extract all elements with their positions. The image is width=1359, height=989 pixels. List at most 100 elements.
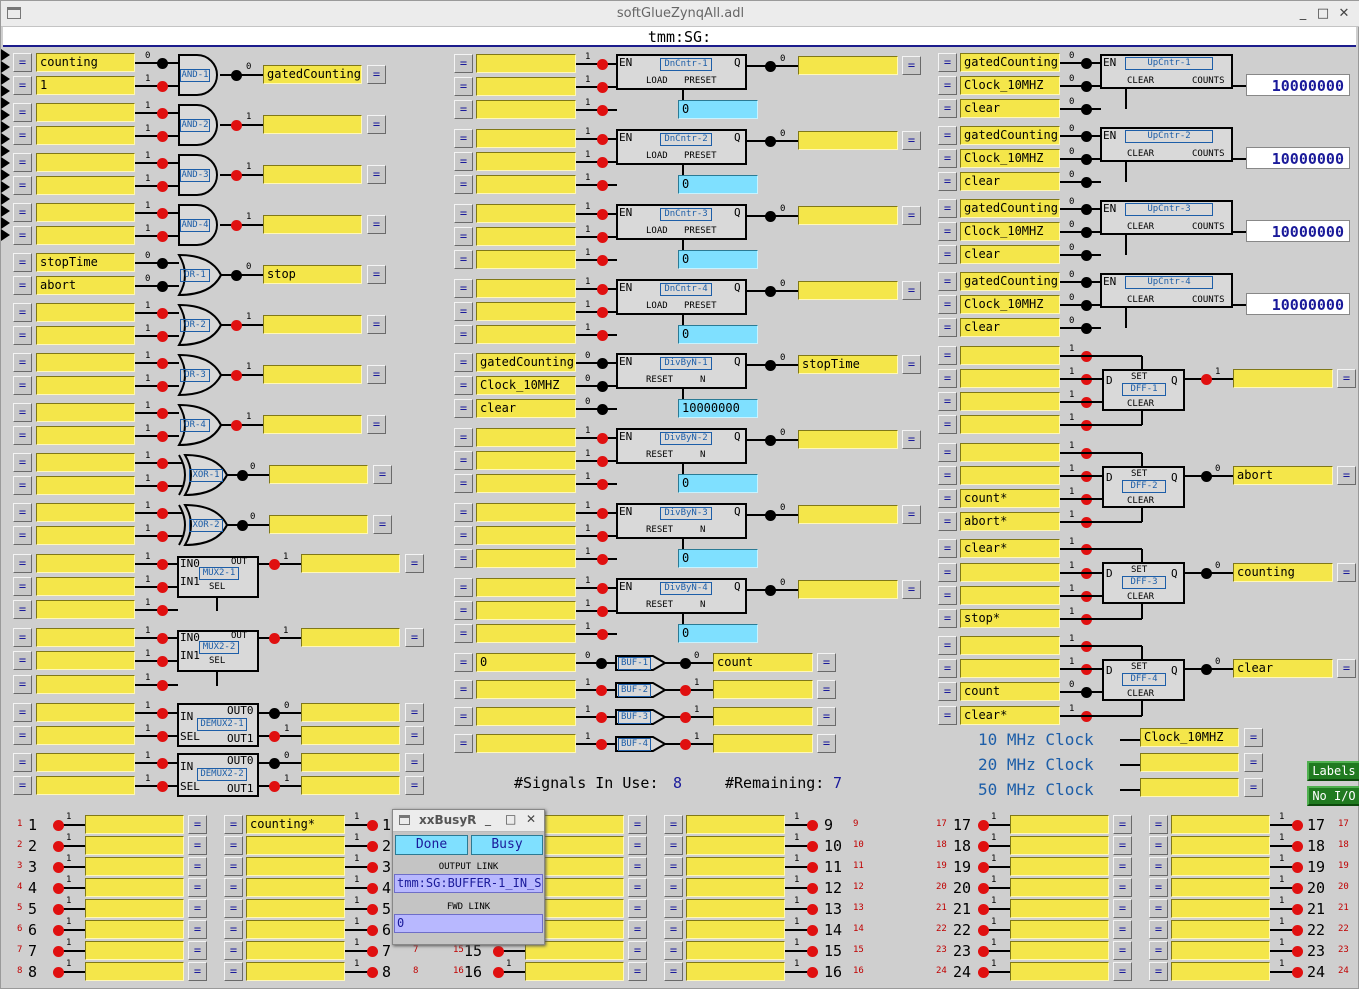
dncntr-1-in1-button[interactable]: = [454,77,473,96]
io_inputs_a-2-field[interactable] [246,857,345,876]
io_outputs_b-2-button[interactable]: = [628,857,647,876]
dncntr-1-in2-button[interactable]: = [454,100,473,119]
xor-2-in1-field[interactable] [36,526,135,545]
io_inputs_c-5-button[interactable]: = [1149,920,1168,939]
mux-2-out-button[interactable]: = [405,628,424,647]
upcntr-4-in0-button[interactable]: = [938,272,957,291]
upcntr-2-in0-button[interactable]: = [938,126,957,145]
and-1-in0-button[interactable]: = [13,53,32,72]
demux-2-in0-button[interactable]: = [13,753,32,772]
io_outputs_a-7-button[interactable]: = [188,962,207,981]
divbyn-2-in2-field[interactable] [476,474,576,493]
mux-2-in1-button[interactable]: = [13,651,32,670]
io_inputs_c-4-button[interactable]: = [1149,899,1168,918]
dncntr-4-in0-button[interactable]: = [454,279,473,298]
xor-2-in0-field[interactable] [36,503,135,522]
dff-2-out-button[interactable]: = [1337,466,1356,485]
io_inputs_b-0-button[interactable]: = [664,815,683,834]
dff-4-in3-field[interactable]: clear* [960,706,1060,725]
io_outputs_c-7-field[interactable] [1010,962,1109,981]
io_inputs_c-7-button[interactable]: = [1149,962,1168,981]
io_inputs_a-0-button[interactable]: = [224,815,243,834]
mux-1-in2-button[interactable]: = [13,600,32,619]
dff-1-in3-button[interactable]: = [938,415,957,434]
dff-2-in0-field[interactable] [960,443,1060,462]
upcntr-1-in2-field[interactable]: clear [960,99,1060,118]
io_inputs_b-2-button[interactable]: = [664,857,683,876]
io_inputs_c-6-field[interactable] [1171,941,1270,960]
and-4-out-button[interactable]: = [367,215,386,234]
busy-button[interactable]: Busy [471,835,543,855]
divbyn-1-out-button[interactable]: = [902,355,921,374]
dff-1-in0-button[interactable]: = [938,346,957,365]
or-3-in1-field[interactable] [36,376,135,395]
or-4-in0-button[interactable]: = [13,403,32,422]
dncntr-2-in2-field[interactable] [476,175,576,194]
or-1-in1-field[interactable]: abort [36,276,135,295]
or-1-in0-button[interactable]: = [13,253,32,272]
io_outputs_b-7-button[interactable]: = [628,962,647,981]
dff-2-in3-button[interactable]: = [938,512,957,531]
upcntr-3-in2-button[interactable]: = [938,245,957,264]
upcntr-1-in1-button[interactable]: = [938,76,957,95]
upcntr-4-in2-field[interactable]: clear [960,318,1060,337]
clock-1-button[interactable]: = [1244,728,1263,747]
demux-2-in1-field[interactable] [36,776,135,795]
xor-1-in1-button[interactable]: = [13,476,32,495]
mux-1-in2-field[interactable] [36,600,135,619]
upcntr-3-in2-field[interactable]: clear [960,245,1060,264]
divbyn-3-in0-button[interactable]: = [454,503,473,522]
dncntr-3-in1-field[interactable] [476,227,576,246]
or-1-out-field[interactable]: stop [263,265,362,284]
io_outputs_c-6-button[interactable]: = [1113,941,1132,960]
upcntr-2-in1-field[interactable]: Clock_10MHZ [960,149,1060,168]
divbyn-2-in2-button[interactable]: = [454,474,473,493]
io_inputs_b-5-field[interactable] [686,920,785,939]
and-3-in1-field[interactable] [36,176,135,195]
io_inputs_b-7-field[interactable] [686,962,785,981]
xor-1-in1-field[interactable] [36,476,135,495]
buf-3-in-button[interactable]: = [454,707,473,726]
dff-3-out-field[interactable]: counting [1233,563,1333,582]
io_inputs_a-7-field[interactable] [246,962,345,981]
dncntr-2-in1-field[interactable] [476,152,576,171]
or-4-out-field[interactable] [263,415,362,434]
dff-2-in3-field[interactable]: abort* [960,512,1060,531]
upcntr-2-in2-field[interactable]: clear [960,172,1060,191]
clock-1-field[interactable]: Clock_10MHZ [1140,728,1239,747]
io_outputs_a-0-button[interactable]: = [188,815,207,834]
mux-2-in1-field[interactable] [36,651,135,670]
dncntr-3-out-button[interactable]: = [902,206,921,225]
io_inputs_a-5-button[interactable]: = [224,920,243,939]
io_inputs_a-0-field[interactable]: counting* [246,815,345,834]
divbyn-2-n-field[interactable]: 0 [678,474,758,493]
and-3-out-field[interactable] [263,165,362,184]
dff-1-out-button[interactable]: = [1337,369,1356,388]
demux-1-in1-field[interactable] [36,726,135,745]
divbyn-1-n-field[interactable]: 10000000 [678,399,758,418]
buf-2-in-field[interactable] [476,680,576,699]
upcntr-1-in0-button[interactable]: = [938,53,957,72]
io_outputs_a-4-field[interactable] [85,899,184,918]
divbyn-3-in1-button[interactable]: = [454,526,473,545]
io_inputs_b-6-field[interactable] [686,941,785,960]
or-4-in1-button[interactable]: = [13,426,32,445]
or-4-in1-field[interactable] [36,426,135,445]
io_outputs_b-7-field[interactable] [525,962,624,981]
divbyn-2-in0-field[interactable] [476,428,576,447]
io_outputs_b-4-button[interactable]: = [628,899,647,918]
mux-2-in2-field[interactable] [36,675,135,694]
labels-button[interactable]: Labels [1307,761,1359,781]
demux-1-out1-button[interactable]: = [405,726,424,745]
io_inputs_b-2-field[interactable] [686,857,785,876]
io_inputs_b-1-button[interactable]: = [664,836,683,855]
dff-3-in1-button[interactable]: = [938,563,957,582]
io_outputs_c-4-button[interactable]: = [1113,899,1132,918]
dncntr-2-in2-button[interactable]: = [454,175,473,194]
io_outputs_c-2-field[interactable] [1010,857,1109,876]
io_inputs_b-4-field[interactable] [686,899,785,918]
xor-2-out-field[interactable] [269,515,368,534]
upcntr-4-in1-button[interactable]: = [938,295,957,314]
upcntr-3-in1-field[interactable]: Clock_10MHZ [960,222,1060,241]
dff-1-in1-field[interactable] [960,369,1060,388]
